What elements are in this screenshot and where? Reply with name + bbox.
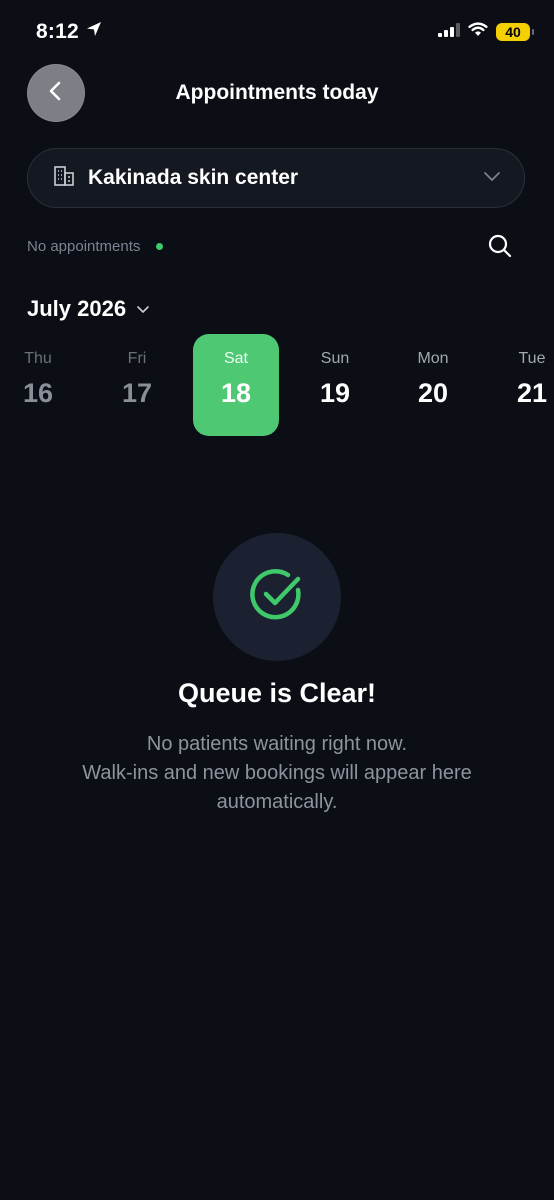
date-item-thu-16[interactable]: Thu 16	[0, 334, 81, 436]
chevron-down-icon	[136, 296, 150, 322]
day-of-week: Fri	[127, 350, 147, 367]
clinic-name: Kakinada skin center	[88, 166, 299, 189]
page-title: Appointments today	[175, 81, 379, 104]
chevron-down-icon	[482, 166, 502, 191]
date-item-mon-20[interactable]: Mon 20	[390, 334, 476, 436]
day-of-week: Sun	[320, 350, 350, 367]
status-dot	[156, 243, 164, 250]
clock: 8:12	[36, 20, 79, 43]
appointments-status: No appointments	[27, 238, 164, 255]
empty-state-badge	[213, 533, 341, 661]
status-indicators: 40	[438, 22, 534, 42]
day-number: 18	[220, 378, 252, 408]
day-number: 20	[417, 378, 449, 408]
day-of-week: Tue	[518, 350, 546, 367]
clinic-selector[interactable]: Kakinada skin center	[27, 148, 525, 208]
building-icon	[52, 164, 76, 193]
month-selector[interactable]: July 2026	[27, 296, 150, 322]
empty-state-line: automatically.	[216, 791, 338, 813]
day-number: 16	[22, 378, 54, 408]
date-item-sat-18[interactable]: Sat 18	[193, 334, 279, 436]
battery-level: 40	[505, 24, 521, 40]
empty-state-line: No patients waiting right now.	[146, 733, 408, 755]
signal-icon	[438, 22, 460, 42]
empty-state-title: Queue is Clear!	[177, 678, 377, 708]
month-label: July 2026	[27, 296, 127, 321]
day-of-week: Thu	[24, 350, 52, 367]
day-of-week: Sat	[223, 350, 248, 367]
empty-state-line: Walk-ins and new bookings will appear he…	[82, 762, 472, 784]
search-icon	[487, 233, 513, 264]
search-button[interactable]	[486, 234, 514, 262]
date-item-fri-17[interactable]: Fri 17	[94, 334, 180, 436]
status-time: 8:12	[36, 20, 103, 44]
wifi-icon	[468, 22, 488, 42]
day-number: 17	[121, 378, 153, 408]
appointments-status-text: No appointments	[27, 238, 141, 255]
date-item-tue-21[interactable]: Tue 21	[489, 334, 554, 436]
empty-state-description: No patients waiting right now. Walk-ins …	[40, 730, 514, 817]
check-circle-icon	[248, 566, 306, 629]
location-arrow-icon	[85, 20, 103, 44]
day-number: 21	[516, 378, 548, 408]
battery-icon: 40	[496, 23, 534, 41]
date-item-sun-19[interactable]: Sun 19	[292, 334, 378, 436]
day-number: 19	[319, 378, 351, 408]
day-of-week: Mon	[417, 350, 449, 367]
